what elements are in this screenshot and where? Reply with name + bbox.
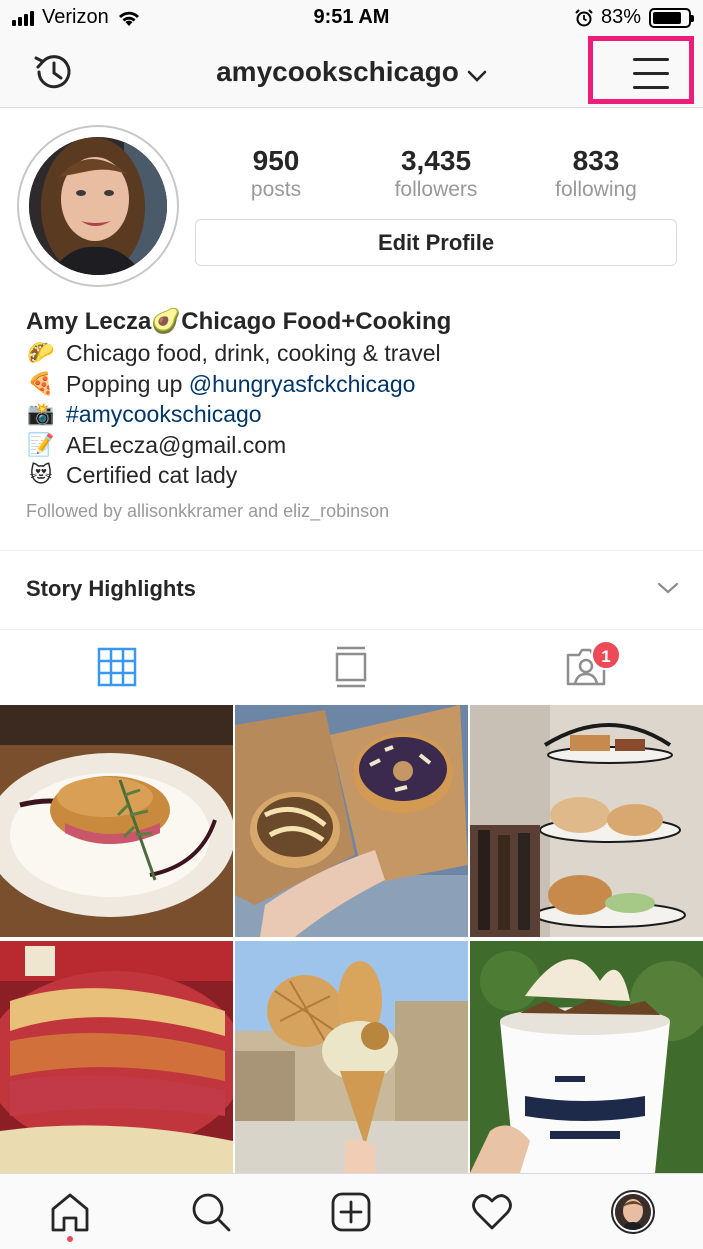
profile-header: amycookschicago — [0, 36, 703, 108]
followed-by-text[interactable]: Followed by allisonkkramer and eliz_robi… — [26, 499, 686, 523]
alarm-icon — [575, 8, 593, 26]
menu-button[interactable] — [588, 36, 694, 104]
stat-value: 3,435 — [400, 145, 472, 176]
tab-grid[interactable] — [0, 630, 234, 704]
bottom-navigation — [0, 1173, 703, 1249]
heart-icon — [472, 1193, 512, 1229]
hamburger-menu-icon — [633, 58, 669, 92]
stat-value: 833 — [572, 145, 620, 176]
photo-thumbnail[interactable] — [0, 941, 233, 1173]
feed-icon — [336, 646, 367, 688]
chevron-down-icon — [657, 581, 679, 600]
bio-line: 🌮 Chicago food, drink, cooking & travel — [26, 338, 686, 369]
stat-following[interactable]: 833 following — [516, 146, 676, 204]
hashtag-link[interactable]: #amycookschicago — [66, 399, 262, 430]
profile-name: Amy Lecza🥑Chicago Food+Cooking — [26, 308, 452, 335]
page-title: amycookschicago — [216, 56, 459, 87]
stat-label: posts — [250, 178, 302, 201]
tab-feed[interactable] — [234, 630, 468, 704]
stat-value: 950 — [252, 145, 300, 176]
battery-icon — [649, 7, 694, 28]
photo-thumbnail[interactable] — [235, 941, 468, 1173]
camera-emoji: 📸 — [27, 401, 55, 426]
story-highlights-title: Story Highlights — [26, 576, 196, 601]
battery-level — [653, 11, 682, 24]
photo-grid — [0, 705, 703, 1173]
nav-search[interactable] — [141, 1174, 282, 1249]
add-post-icon — [332, 1192, 371, 1231]
chevron-down-icon — [467, 58, 487, 90]
profile-avatar-button[interactable] — [17, 125, 179, 287]
taco-emoji: 🌮 — [27, 340, 55, 365]
nav-home[interactable] — [0, 1174, 141, 1249]
avatar — [29, 137, 167, 275]
cat-emoji: 😻 — [29, 462, 53, 487]
photo-thumbnail[interactable] — [0, 705, 233, 937]
bio-line: 📸 #amycookschicago — [26, 399, 686, 430]
profile-stats: 950 posts 3,435 followers 833 following — [196, 146, 676, 204]
bio-line: 😻 Certified cat lady — [26, 460, 686, 491]
photo-thumbnail[interactable] — [235, 705, 468, 937]
stat-posts[interactable]: 950 posts — [196, 146, 356, 204]
avatar — [610, 1189, 655, 1234]
profile-bio: Amy Lecza🥑Chicago Food+Cooking 🌮 Chicago… — [26, 306, 686, 523]
pizza-emoji: 🍕 — [27, 370, 55, 396]
photo-thumbnail[interactable] — [470, 941, 703, 1173]
photo-thumbnail[interactable] — [470, 705, 703, 937]
bio-email: AELecza@gmail.com — [66, 431, 287, 458]
bio-line: 🍕 Popping up @hungryasfckchicago — [26, 369, 686, 400]
stat-followers[interactable]: 3,435 followers — [356, 146, 516, 204]
status-bar: Verizon 9:51 AM 83% — [0, 0, 703, 36]
tagged-notification-badge: 1 — [591, 640, 621, 670]
nav-add-post[interactable] — [281, 1174, 422, 1249]
notification-dot — [67, 1236, 74, 1242]
bio-text: Popping up — [66, 370, 189, 397]
battery-percent: 83% — [600, 6, 641, 28]
grid-icon — [97, 647, 137, 687]
stat-label: following — [555, 178, 637, 201]
bio-text: Chicago food, drink, cooking & travel — [66, 340, 441, 366]
edit-profile-button[interactable]: Edit Profile — [195, 219, 677, 266]
memo-emoji: 📝 — [27, 431, 55, 457]
search-icon — [192, 1193, 231, 1231]
story-highlights-row[interactable]: Story Highlights — [0, 551, 703, 629]
nav-profile[interactable] — [562, 1174, 703, 1249]
mention-link[interactable]: @hungryasfckchicago — [189, 371, 416, 397]
bio-line: 📝 AELecza@gmail.com — [26, 430, 686, 461]
home-icon — [51, 1193, 89, 1231]
stat-label: followers — [394, 178, 478, 201]
status-right: 83% — [575, 6, 694, 29]
nav-activity[interactable] — [422, 1174, 563, 1249]
bio-text: Certified cat lady — [66, 462, 238, 488]
tab-tagged[interactable] — [469, 630, 703, 704]
